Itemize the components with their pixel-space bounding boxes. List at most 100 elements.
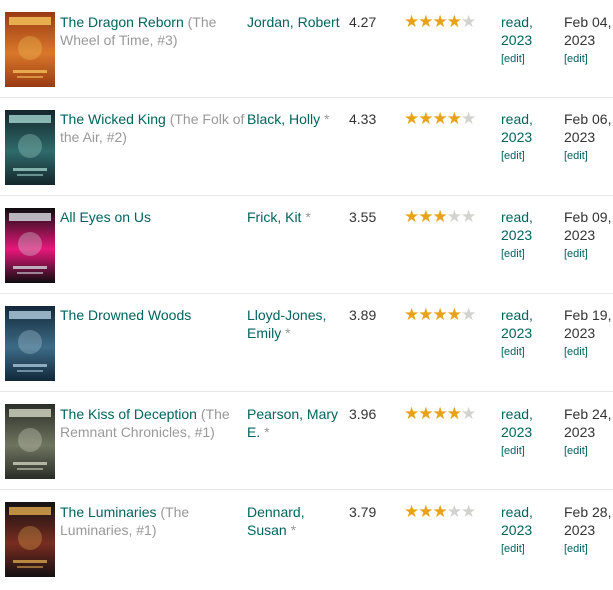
- star-filled-icon[interactable]: ★: [404, 305, 419, 324]
- book-cover[interactable]: [5, 404, 55, 479]
- star-filled-icon[interactable]: ★: [418, 502, 433, 521]
- edit-date-link[interactable]: [edit]: [564, 345, 613, 359]
- date-read: Feb 09, 2023: [564, 209, 612, 243]
- star-empty-icon[interactable]: ★: [461, 404, 476, 423]
- author-goodreads-mark: *: [305, 209, 311, 225]
- author-goodreads-mark: *: [324, 111, 330, 127]
- star-empty-icon[interactable]: ★: [461, 109, 476, 128]
- book-title-link[interactable]: The Dragon Reborn (The Wheel of Time, #3…: [60, 13, 245, 49]
- book-row: The Kiss of Deception (The Remnant Chron…: [0, 392, 613, 490]
- cover-art-image: [5, 404, 55, 479]
- star-filled-icon[interactable]: ★: [418, 109, 433, 128]
- book-title-link[interactable]: The Kiss of Deception (The Remnant Chron…: [60, 405, 245, 441]
- shelves-cell: read, 2023 [edit]: [501, 208, 561, 261]
- star-filled-icon[interactable]: ★: [404, 404, 419, 423]
- edit-shelves-link[interactable]: [edit]: [501, 542, 561, 556]
- author-link[interactable]: Lloyd-Jones, Emily *: [247, 306, 347, 342]
- shelf-link[interactable]: read, 2023: [501, 406, 533, 440]
- shelf-link[interactable]: read, 2023: [501, 111, 533, 145]
- edit-date-link[interactable]: [edit]: [564, 52, 613, 66]
- date-read: Feb 19, 2023: [564, 307, 612, 341]
- my-rating-stars[interactable]: ★★★★★: [404, 12, 476, 31]
- book-cover[interactable]: [5, 502, 55, 577]
- book-cover[interactable]: [5, 12, 55, 87]
- star-filled-icon[interactable]: ★: [418, 12, 433, 31]
- shelf-link[interactable]: read, 2023: [501, 307, 533, 341]
- edit-shelves-link[interactable]: [edit]: [501, 345, 561, 359]
- star-filled-icon[interactable]: ★: [433, 109, 448, 128]
- star-empty-icon[interactable]: ★: [461, 12, 476, 31]
- book-row: The Luminaries (The Luminaries, #1) Denn…: [0, 490, 613, 588]
- my-rating-stars[interactable]: ★★★★★: [404, 109, 476, 128]
- date-read-cell: Feb 09, 2023 [edit]: [564, 208, 613, 261]
- edit-date-link[interactable]: [edit]: [564, 444, 613, 458]
- book-cover[interactable]: [5, 306, 55, 381]
- star-filled-icon[interactable]: ★: [447, 305, 462, 324]
- shelves-cell: read, 2023 [edit]: [501, 13, 561, 66]
- star-filled-icon[interactable]: ★: [404, 502, 419, 521]
- book-title-link[interactable]: All Eyes on Us: [60, 208, 245, 226]
- shelves-cell: read, 2023 [edit]: [501, 110, 561, 163]
- star-filled-icon[interactable]: ★: [404, 109, 419, 128]
- author-link[interactable]: Jordan, Robert: [247, 13, 347, 31]
- book-cover[interactable]: [5, 110, 55, 185]
- star-filled-icon[interactable]: ★: [433, 207, 448, 226]
- book-title-link[interactable]: The Wicked King (The Folk of the Air, #2…: [60, 110, 245, 146]
- shelf-link[interactable]: read, 2023: [501, 14, 533, 48]
- book-cover[interactable]: [5, 208, 55, 283]
- star-empty-icon[interactable]: ★: [461, 502, 476, 521]
- book-list: The Dragon Reborn (The Wheel of Time, #3…: [0, 0, 613, 588]
- star-filled-icon[interactable]: ★: [447, 404, 462, 423]
- author-goodreads-mark: *: [285, 325, 291, 341]
- shelf-link[interactable]: read, 2023: [501, 504, 533, 538]
- edit-shelves-link[interactable]: [edit]: [501, 52, 561, 66]
- cover-art-image: [5, 12, 55, 87]
- star-filled-icon[interactable]: ★: [418, 305, 433, 324]
- star-filled-icon[interactable]: ★: [447, 109, 462, 128]
- cover-art-image: [5, 208, 55, 283]
- date-read-cell: Feb 04, 2023 [edit]: [564, 13, 613, 66]
- edit-date-link[interactable]: [edit]: [564, 149, 613, 163]
- shelves-cell: read, 2023 [edit]: [501, 503, 561, 556]
- average-rating: 3.89: [349, 307, 377, 323]
- date-read-cell: Feb 28, 2023 [edit]: [564, 503, 613, 556]
- my-rating-stars[interactable]: ★★★★★: [404, 207, 476, 226]
- book-title-link[interactable]: The Luminaries (The Luminaries, #1): [60, 503, 245, 539]
- author-link[interactable]: Black, Holly *: [247, 110, 347, 128]
- date-read-cell: Feb 24, 2023 [edit]: [564, 405, 613, 458]
- star-filled-icon[interactable]: ★: [418, 404, 433, 423]
- book-row: The Wicked King (The Folk of the Air, #2…: [0, 98, 613, 196]
- author-goodreads-mark: *: [290, 522, 297, 538]
- author-link[interactable]: Dennard, Susan *: [247, 503, 347, 539]
- my-rating-stars[interactable]: ★★★★★: [404, 502, 476, 521]
- edit-shelves-link[interactable]: [edit]: [501, 444, 561, 458]
- edit-shelves-link[interactable]: [edit]: [501, 247, 561, 261]
- star-empty-icon[interactable]: ★: [447, 502, 462, 521]
- average-rating: 3.96: [349, 406, 377, 422]
- author-link[interactable]: Pearson, Mary E. *: [247, 405, 347, 441]
- my-rating-stars[interactable]: ★★★★★: [404, 404, 476, 423]
- date-read: Feb 28, 2023: [564, 504, 612, 538]
- star-empty-icon[interactable]: ★: [447, 207, 462, 226]
- author-goodreads-mark: *: [264, 424, 270, 440]
- shelf-link[interactable]: read, 2023: [501, 209, 533, 243]
- star-filled-icon[interactable]: ★: [447, 12, 462, 31]
- edit-shelves-link[interactable]: [edit]: [501, 149, 561, 163]
- star-filled-icon[interactable]: ★: [433, 502, 448, 521]
- star-empty-icon[interactable]: ★: [461, 305, 476, 324]
- star-filled-icon[interactable]: ★: [418, 207, 433, 226]
- star-filled-icon[interactable]: ★: [433, 404, 448, 423]
- date-read-cell: Feb 19, 2023 [edit]: [564, 306, 613, 359]
- my-rating-stars[interactable]: ★★★★★: [404, 305, 476, 324]
- edit-date-link[interactable]: [edit]: [564, 247, 613, 261]
- star-empty-icon[interactable]: ★: [461, 207, 476, 226]
- date-read: Feb 24, 2023: [564, 406, 612, 440]
- author-link[interactable]: Frick, Kit *: [247, 208, 347, 226]
- star-filled-icon[interactable]: ★: [433, 305, 448, 324]
- book-title-link[interactable]: The Drowned Woods: [60, 306, 245, 324]
- star-filled-icon[interactable]: ★: [404, 207, 419, 226]
- edit-date-link[interactable]: [edit]: [564, 542, 613, 556]
- star-filled-icon[interactable]: ★: [433, 12, 448, 31]
- star-filled-icon[interactable]: ★: [404, 12, 419, 31]
- average-rating: 4.33: [349, 111, 377, 127]
